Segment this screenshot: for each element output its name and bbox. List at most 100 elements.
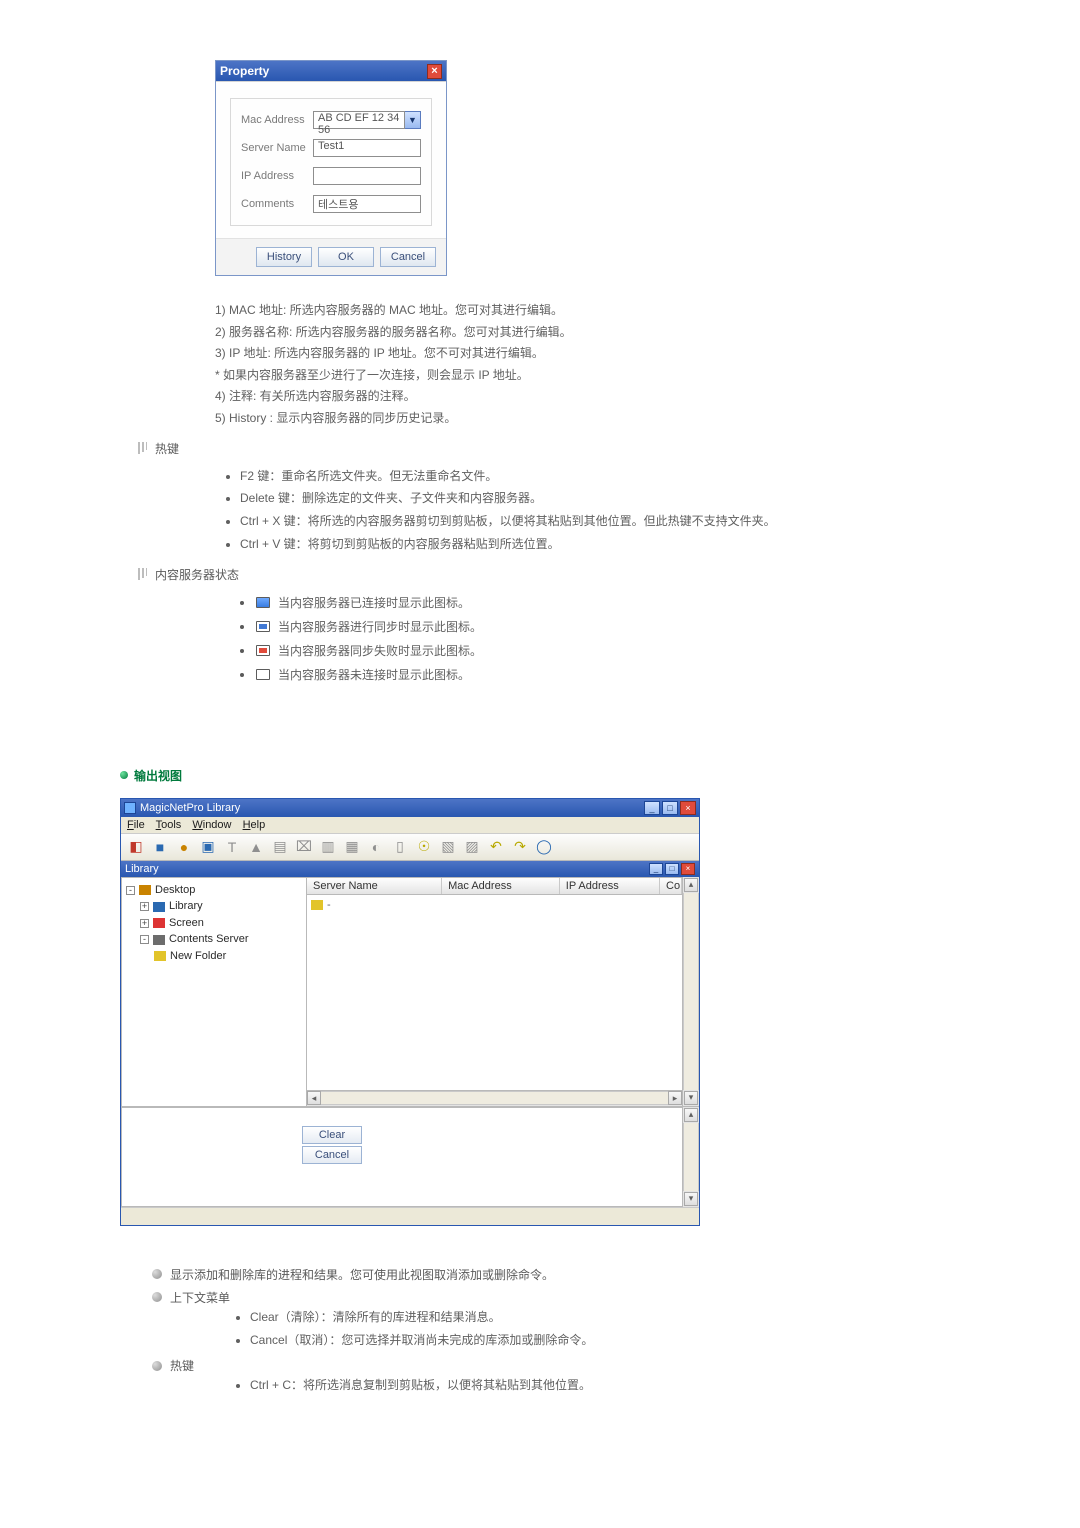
v-scroll-track[interactable] [683, 1123, 699, 1191]
scroll-down-icon[interactable]: ▾ [684, 1091, 698, 1105]
toolbar-icon-1[interactable]: ◧ [127, 838, 145, 856]
server-name-input[interactable]: Test1 [313, 139, 421, 157]
toolbar-icon-6[interactable]: ▲ [247, 838, 265, 856]
expand-toggle[interactable]: - [140, 935, 149, 944]
pane-close-button[interactable]: × [681, 863, 695, 875]
syncing-icon [256, 621, 270, 632]
list-item[interactable]: - [311, 899, 678, 911]
output-desc-text: 显示添加和删除库的进程和结果。您可使用此视图取消添加或删除命令。 [170, 1266, 554, 1283]
toolbar-icon-3[interactable]: ● [175, 838, 193, 856]
status-bar [121, 1207, 699, 1225]
tree-contents-server[interactable]: Contents Server [169, 931, 248, 948]
screen-icon [153, 918, 165, 928]
output-hotkey-ctrlc: Ctrl + C：将所选消息复制到剪贴板，以便将其粘贴到其他位置。 [250, 1374, 960, 1397]
toolbar-icon-12[interactable]: ▯ [391, 838, 409, 856]
mac-address-input[interactable]: AB CD EF 12 34 56 [313, 111, 405, 129]
col-ip-address[interactable]: IP Address [560, 878, 660, 894]
toolbar-icon-9[interactable]: ▥ [319, 838, 337, 856]
menu-file[interactable]: File [127, 819, 145, 831]
status-connected: 当内容服务器已连接时显示此图标。 [240, 591, 960, 615]
toolbar-icon-5[interactable]: T [223, 838, 241, 856]
col-server-name[interactable]: Server Name [307, 878, 442, 894]
menu-window[interactable]: Window [192, 819, 231, 831]
app-icon [124, 802, 136, 814]
scroll-up-icon[interactable]: ▴ [684, 1108, 698, 1122]
context-menu-list: Clear（清除）：清除所有的库进程和结果消息。 Cancel（取消）：您可选择… [250, 1306, 960, 1352]
scroll-right-icon[interactable]: ▸ [668, 1091, 682, 1105]
output-area[interactable]: Clear Cancel [121, 1107, 683, 1207]
server-icon [153, 935, 165, 945]
v-scroll-track[interactable] [683, 893, 699, 1090]
desktop-icon [139, 885, 151, 895]
library-tree-pane: - Desktop + Library + Screen - Contents Serv… [121, 877, 307, 1107]
status-sync-fail: 当内容服务器同步失败时显示此图标。 [240, 639, 960, 663]
toolbar-icon-7[interactable]: ▤ [271, 838, 289, 856]
pane-maximize-button[interactable]: □ [665, 863, 679, 875]
expand-toggle[interactable]: - [126, 886, 135, 895]
cancel-output-button[interactable]: Cancel [302, 1146, 362, 1164]
scroll-left-icon[interactable]: ◂ [307, 1091, 321, 1105]
connected-icon [256, 597, 270, 608]
status-disconnected: 当内容服务器未连接时显示此图标。 [240, 663, 960, 687]
green-bullet-icon [120, 771, 128, 779]
toolbar-icon-17[interactable]: ↷ [511, 838, 529, 856]
comments-label: Comments [241, 198, 313, 210]
context-menu-label: 上下文菜单 [170, 1289, 230, 1306]
col-mac-address[interactable]: Mac Address [442, 878, 560, 894]
ok-button[interactable]: OK [318, 247, 374, 267]
app-titlebar[interactable]: MagicNetPro Library _ □ × [121, 799, 699, 817]
dialog-titlebar[interactable]: Property × [216, 61, 446, 81]
h-scroll-track[interactable] [321, 1091, 668, 1105]
library-pane-title[interactable]: Library _ □ × [121, 861, 699, 877]
comments-input[interactable]: 테스트용 [313, 195, 421, 213]
v-scrollbar[interactable]: ▴ ▾ [683, 877, 699, 1107]
toolbar-icon-13[interactable]: ☉ [415, 838, 433, 856]
clear-button[interactable]: Clear [302, 1126, 362, 1144]
column-headers[interactable]: Server Name Mac Address IP Address Co [307, 877, 683, 895]
scroll-up-icon[interactable]: ▴ [684, 878, 698, 892]
server-name-label: Server Name [241, 142, 313, 154]
maximize-button[interactable]: □ [662, 801, 678, 815]
status-heading: 内容服务器状态 [138, 566, 960, 583]
toolbar-icon-14[interactable]: ▧ [439, 838, 457, 856]
toolbar-icon-18[interactable]: ◯ [535, 838, 553, 856]
sync-failed-icon [256, 645, 270, 656]
status-disc-text: 当内容服务器未连接时显示此图标。 [278, 663, 470, 687]
minimize-button[interactable]: _ [644, 801, 660, 815]
menu-tools[interactable]: Tools [156, 819, 182, 831]
close-button[interactable]: × [680, 801, 696, 815]
toolbar-icon-4[interactable]: ▣ [199, 838, 217, 856]
cancel-button[interactable]: Cancel [380, 247, 436, 267]
tree-screen[interactable]: Screen [169, 915, 204, 932]
toolbar-icon-10[interactable]: ▦ [343, 838, 361, 856]
desc-line-3: 3) IP 地址: 所选内容服务器的 IP 地址。您不可对其进行编辑。 [215, 343, 960, 365]
hotkey-ctrl-x: Ctrl + X 键：将所选的内容服务器剪切到剪贴板，以便将其粘贴到其他位置。但… [240, 510, 960, 533]
tree-view[interactable]: - Desktop + Library + Screen - Contents Serv… [121, 877, 307, 1107]
status-syncing-text: 当内容服务器进行同步时显示此图标。 [278, 615, 482, 639]
expand-toggle[interactable]: + [140, 919, 149, 928]
tree-new-folder[interactable]: New Folder [170, 948, 226, 965]
toolbar-icon-15[interactable]: ▨ [463, 838, 481, 856]
toolbar-icon-2[interactable]: ■ [151, 838, 169, 856]
col-co[interactable]: Co [660, 878, 682, 894]
hotkey-ctrl-v: Ctrl + V 键：将剪切到剪贴板的内容服务器粘贴到所选位置。 [240, 533, 960, 556]
expand-toggle[interactable]: + [140, 902, 149, 911]
tree-library[interactable]: Library [169, 898, 203, 915]
output-pane: Clear Cancel ▴ ▾ [121, 1107, 699, 1207]
list-item-label: - [327, 899, 331, 911]
folder-icon [311, 900, 323, 910]
toolbar-icon-8[interactable]: ⌧ [295, 838, 313, 856]
toolbar-icon-16[interactable]: ↶ [487, 838, 505, 856]
scroll-down-icon[interactable]: ▾ [684, 1192, 698, 1206]
list-area[interactable]: - [307, 895, 683, 1091]
history-button[interactable]: History [256, 247, 312, 267]
menu-help[interactable]: Help [243, 819, 266, 831]
close-icon[interactable]: × [427, 64, 442, 79]
chevron-down-icon[interactable]: ▼ [405, 111, 421, 129]
ip-address-input[interactable] [313, 167, 421, 185]
output-v-scrollbar[interactable]: ▴ ▾ [683, 1107, 699, 1207]
tree-desktop[interactable]: Desktop [155, 882, 195, 899]
pane-minimize-button[interactable]: _ [649, 863, 663, 875]
h-scrollbar[interactable]: ◂ ▸ [307, 1091, 683, 1107]
toolbar-icon-11[interactable]: ◐ [367, 838, 385, 856]
